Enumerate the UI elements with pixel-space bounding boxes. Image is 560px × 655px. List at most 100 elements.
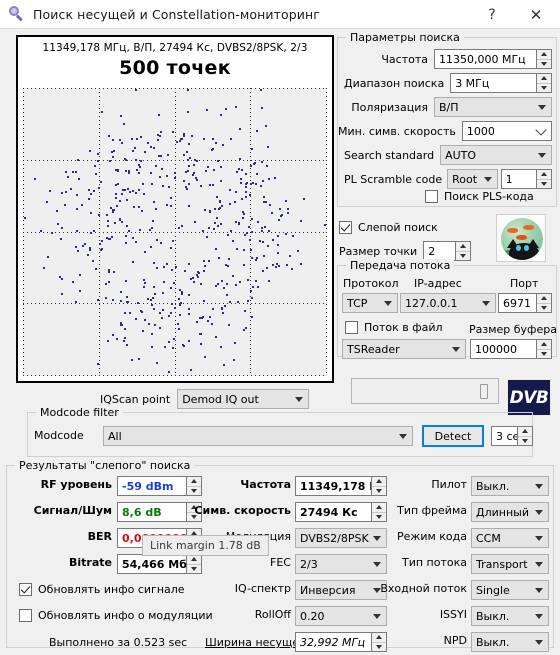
frequency-value[interactable]: 11350,000 МГц: [434, 49, 537, 69]
cat-fishbowl-icon[interactable]: [496, 214, 546, 262]
help-button[interactable]: ?: [472, 0, 512, 29]
point-size-value[interactable]: 2: [423, 241, 457, 261]
constellation-point-count: 500 точек: [119, 57, 231, 79]
result-frequency-spinner[interactable]: [372, 476, 387, 496]
iq-spectrum-select[interactable]: Инверсия: [295, 580, 387, 600]
code-mode-select[interactable]: CCM: [471, 528, 549, 548]
modcode-select[interactable]: All: [103, 426, 413, 446]
rf-level-field[interactable]: -59 dBm: [117, 476, 202, 496]
iqscan-label: IQScan point: [100, 392, 171, 406]
frame-type-select[interactable]: Длинный: [471, 502, 549, 522]
update-modulation-info-label: Обновлять инфо о модуляции: [38, 609, 213, 622]
stream-to-file-checkbox[interactable]: Поток в файл: [345, 321, 443, 334]
protocol-select[interactable]: TCP: [342, 293, 398, 313]
result-frequency-value[interactable]: 11349,178 МГ: [295, 476, 372, 496]
bitrate-field[interactable]: 54,466 Мби: [117, 554, 202, 574]
detect-timeout-spinner[interactable]: [518, 426, 533, 446]
point-size-field[interactable]: 2: [423, 241, 472, 261]
search-range-value[interactable]: 3 МГц: [450, 73, 537, 93]
result-symbol-rate-spinner[interactable]: [372, 502, 387, 522]
min-symbol-rate-select[interactable]: 1000: [461, 121, 552, 141]
constellation-plot[interactable]: [23, 88, 327, 376]
port-spinner[interactable]: [537, 293, 552, 313]
rf-level-spinner[interactable]: [187, 476, 202, 496]
snr-value[interactable]: 8,6 dB: [117, 502, 187, 522]
modcode-caption: Modcode filter: [36, 406, 123, 419]
buffer-size-value[interactable]: 100000: [470, 339, 537, 359]
rf-level-value[interactable]: -59 dBm: [117, 476, 187, 496]
blind-search-checkbox[interactable]: Слепой поиск: [339, 221, 438, 234]
input-stream-select[interactable]: Single: [471, 580, 549, 600]
fec-label: FEC: [270, 556, 291, 569]
iqscan-select[interactable]: Demod IQ out: [177, 389, 310, 409]
search-parameters-group: Параметры поиска Частота 11350,000 МГц Д…: [337, 31, 557, 207]
protocol-label: Протокол: [343, 277, 399, 290]
snr-label: Сигнал/Шум: [33, 504, 112, 517]
blind-search-checkbox-box[interactable]: [339, 221, 352, 234]
update-modulation-info-checkbox-box[interactable]: [19, 609, 32, 622]
pl-scramble-value-field[interactable]: 1: [500, 169, 552, 189]
link-margin-tooltip: Link margin 1.78 dB: [142, 535, 269, 556]
stream-type-select[interactable]: Transport: [471, 554, 549, 574]
constellation-header: 11349,178 МГц, В/П, 27494 Кс, DVBS2/8PSK…: [18, 37, 332, 79]
code-mode-label: Режим кода: [397, 530, 467, 543]
frequency-field[interactable]: 11350,000 МГц: [434, 49, 552, 69]
buffer-size-field[interactable]: 100000: [470, 339, 552, 359]
frequency-spinner[interactable]: [537, 49, 552, 69]
modcode-label: Modcode: [34, 429, 84, 442]
frequency-label: Частота: [381, 52, 428, 66]
port-value[interactable]: 6971: [498, 293, 537, 313]
result-symbol-rate-value[interactable]: 27494 Кс: [295, 502, 372, 522]
point-size-spinner[interactable]: [456, 241, 472, 261]
fec-select[interactable]: 2/3: [295, 554, 387, 574]
ip-address-select[interactable]: 127.0.0.1: [400, 293, 496, 313]
pl-scramble-spinner[interactable]: [537, 169, 552, 189]
detect-timeout-field[interactable]: 3 сек: [491, 426, 533, 446]
bitrate-spinner[interactable]: [187, 554, 202, 574]
result-symbol-rate-field[interactable]: 27494 Кс: [295, 502, 387, 522]
pl-scramble-value[interactable]: 1: [500, 169, 537, 189]
detect-timeout-value[interactable]: 3 сек: [491, 426, 518, 446]
modulation-select[interactable]: DVBS2/8PSK: [295, 528, 387, 548]
results-caption: Результаты "слепого" поиска: [15, 459, 195, 472]
detect-button[interactable]: Detect: [422, 425, 484, 447]
update-modulation-info-checkbox[interactable]: Обновлять инфо о модуляции: [19, 609, 213, 622]
pls-search-checkbox[interactable]: Поиск PLS-кода: [425, 190, 534, 203]
stream-to-file-checkbox-box[interactable]: [345, 321, 358, 334]
npd-select[interactable]: Выкл.: [471, 632, 549, 652]
search-range-field[interactable]: 3 МГц: [450, 73, 552, 93]
update-signal-info-label: Обновлять инфо сигнале: [38, 583, 185, 596]
bandwidth-field[interactable]: 32,992 МГц: [295, 632, 387, 652]
close-button[interactable]: ✕: [516, 0, 556, 29]
plot-points: [23, 88, 327, 376]
buffer-size-spinner[interactable]: [537, 339, 552, 359]
port-field[interactable]: 6971: [498, 293, 552, 313]
stream-target-select[interactable]: TSReader: [342, 339, 466, 359]
result-frequency-field[interactable]: 11349,178 МГ: [295, 476, 387, 496]
search-range-label: Диапазон поиска: [344, 76, 445, 90]
min-symbol-rate-label: Мин. симв. скорость: [338, 124, 456, 138]
bandwidth-link[interactable]: Ширина несущей: [205, 636, 306, 649]
rolloff-select[interactable]: 0.20: [295, 606, 387, 626]
bandwidth-value[interactable]: 32,992 МГц: [295, 632, 372, 652]
ber-label: BER: [87, 530, 112, 543]
search-standard-select[interactable]: AUTO: [440, 145, 552, 165]
bandwidth-spinner[interactable]: [372, 632, 387, 652]
iqscan-row: IQScan point Demod IQ out: [100, 389, 310, 409]
update-signal-info-checkbox[interactable]: Обновлять инфо сигнале: [19, 583, 185, 596]
search-range-spinner[interactable]: [537, 73, 552, 93]
modcode-filter-group: Modcode filter Modcode All Detect 3 сек: [27, 406, 533, 457]
pls-search-checkbox-box[interactable]: [425, 190, 438, 203]
search-standard-label: Search standard: [344, 148, 435, 162]
polarization-select[interactable]: В/П: [434, 97, 552, 117]
dvb-logo: DVB: [507, 379, 551, 416]
pilot-select[interactable]: Выкл.: [471, 476, 549, 496]
pl-scramble-mode-select[interactable]: Root: [447, 169, 498, 189]
snr-field[interactable]: 8,6 dB: [117, 502, 202, 522]
bitrate-value[interactable]: 54,466 Мби: [117, 554, 187, 574]
issyi-select[interactable]: Выкл.: [471, 606, 549, 626]
update-signal-info-checkbox-box[interactable]: [19, 583, 32, 596]
iq-spectrum-label: IQ-спектр: [234, 582, 291, 595]
blind-search-label: Слепой поиск: [358, 221, 438, 234]
constellation-subtitle: 11349,178 МГц, В/П, 27494 Кс, DVBS2/8PSK…: [42, 42, 308, 54]
